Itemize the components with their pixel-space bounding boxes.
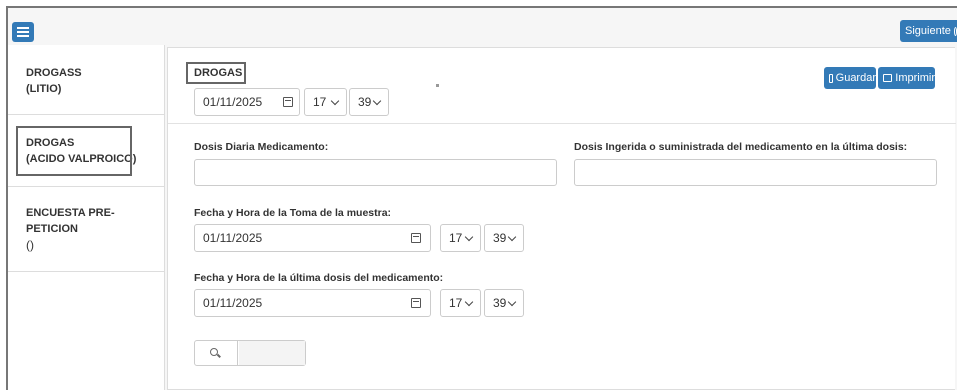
menu-icon-bar [17, 35, 29, 37]
calendar-icon[interactable] [411, 233, 421, 243]
last-dose-minute-select[interactable]: 39 [484, 289, 524, 317]
panel-header: DROGAS 01/11/2025 17 39 Guardar Imprimir [168, 48, 956, 124]
header-hour-select[interactable]: 17 [304, 88, 347, 116]
last-dose-date-input[interactable]: 01/11/2025 [194, 289, 431, 317]
hamburger-menu-button[interactable] [12, 22, 34, 42]
search-addon[interactable] [195, 341, 238, 365]
save-icon [829, 73, 833, 83]
last-dose-datetime-label: Fecha y Hora de la última dosis del medi… [194, 272, 444, 284]
sample-minute-value: 39 [493, 231, 507, 245]
chevron-down-icon [507, 297, 517, 307]
calendar-icon[interactable] [283, 97, 293, 107]
chevron-down-icon [372, 96, 382, 106]
chevron-down-icon [464, 232, 474, 242]
search-input[interactable] [239, 341, 305, 365]
last-dose-input[interactable] [574, 159, 937, 186]
print-icon [883, 74, 893, 82]
highlight-box [16, 126, 132, 176]
header-date-value: 01/11/2025 [203, 95, 263, 109]
sidebar-item-encuesta-pre-peticion[interactable]: ENCUESTA PRE- PETICION () [8, 187, 165, 272]
daily-dose-label: Dosis Diaria Medicamento: [194, 141, 329, 153]
search-group [194, 340, 306, 366]
menu-icon-bar [17, 27, 29, 29]
sample-datetime-label: Fecha y Hora de la Toma de la muestra: [194, 207, 392, 219]
save-button[interactable]: Guardar [824, 67, 876, 89]
dot-mark [436, 84, 439, 87]
sample-date-value: 01/11/2025 [203, 231, 263, 245]
sidebar-item-drogass-litio[interactable]: DROGASS (LITIO) [8, 45, 165, 115]
chevron-down-icon [464, 297, 474, 307]
last-dose-hour-value: 17 [449, 296, 463, 310]
sidebar-item-subtitle: () [26, 238, 34, 252]
chevron-down-icon [507, 232, 517, 242]
header-minute-value: 39 [358, 95, 372, 109]
sidebar-item-title-cont: PETICION [26, 223, 78, 235]
search-icon [210, 348, 218, 356]
sidebar-item-title: ENCUESTA PRE- [26, 207, 115, 219]
header-date-input[interactable]: 01/11/2025 [194, 88, 300, 116]
next-button-label: Siguiente [905, 25, 951, 37]
print-button-label: Imprimir [895, 72, 935, 84]
sample-hour-value: 17 [449, 231, 463, 245]
sample-hour-select[interactable]: 17 [440, 224, 481, 252]
save-button-label: Guardar [835, 72, 876, 84]
sidebar-item-subtitle: (LITIO) [26, 83, 62, 95]
daily-dose-input[interactable] [194, 159, 557, 186]
sidebar-item-title: DROGASS [26, 67, 82, 79]
print-button[interactable]: Imprimir [878, 67, 935, 89]
menu-icon-bar [17, 31, 29, 33]
header-minute-select[interactable]: 39 [349, 88, 389, 116]
last-dose-minute-value: 39 [493, 296, 507, 310]
last-dose-date-value: 01/11/2025 [203, 296, 263, 310]
panel-title: DROGAS [186, 62, 246, 84]
header-hour-value: 17 [313, 95, 327, 109]
chevron-down-icon [330, 96, 340, 106]
last-dose-label: Dosis Ingerida o suministrada del medica… [574, 141, 908, 153]
sample-minute-select[interactable]: 39 [484, 224, 524, 252]
sidebar: DROGASS (LITIO) DROGAS (ACIDO VALPROICO)… [8, 45, 165, 390]
next-button[interactable]: Siguiente [900, 20, 957, 42]
calendar-icon[interactable] [411, 298, 421, 308]
main-panel: DROGAS 01/11/2025 17 39 Guardar Imprimir… [167, 47, 956, 390]
last-dose-hour-select[interactable]: 17 [440, 289, 481, 317]
sample-date-input[interactable]: 01/11/2025 [194, 224, 431, 252]
